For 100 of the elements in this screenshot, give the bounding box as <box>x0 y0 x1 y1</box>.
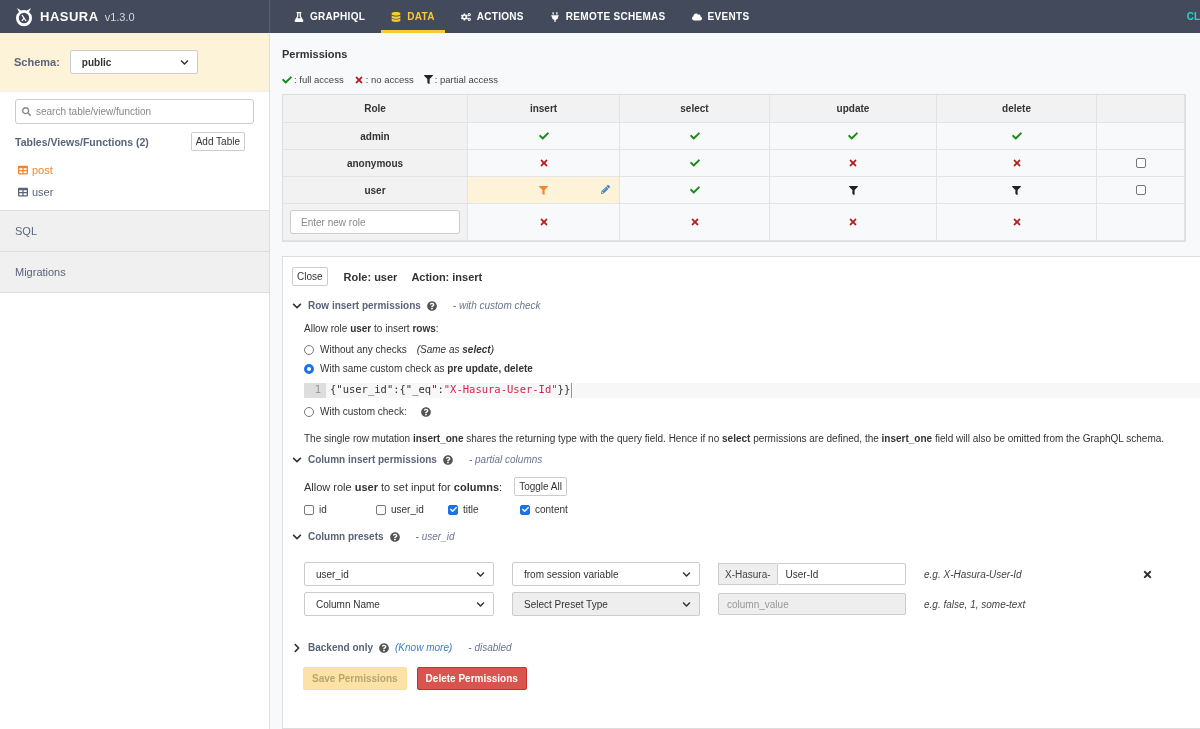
checkbox[interactable] <box>1135 185 1146 195</box>
section-title[interactable]: Column presets <box>308 531 384 542</box>
permission-cell[interactable] <box>620 150 770 177</box>
column-label: title <box>463 504 479 515</box>
permission-cell[interactable] <box>468 177 620 204</box>
radio-button[interactable] <box>304 344 314 355</box>
permission-cell[interactable] <box>937 150 1097 177</box>
section-title[interactable]: Row insert permissions <box>308 300 421 311</box>
nav-tab[interactable]: GRAPHIQL <box>284 0 376 33</box>
legend-label: : partial access <box>434 74 499 85</box>
radio-note: (Same as select) <box>416 344 494 355</box>
table-icon <box>18 187 28 197</box>
filter-icon <box>423 75 433 84</box>
checkbox[interactable] <box>376 504 386 515</box>
column-label: user_id <box>391 504 424 515</box>
code-line[interactable]: {"user_id":{"_eq":"X-Hasura-User-Id"}} <box>326 383 573 398</box>
caret-icon <box>179 57 189 67</box>
new-role-field[interactable]: Enter new role <box>290 210 460 234</box>
permission-cell[interactable] <box>468 150 620 177</box>
nav-tab[interactable]: EVENTS <box>681 0 760 33</box>
permission-cell[interactable] <box>468 204 620 241</box>
delete-button[interactable]: Delete Permissions <box>416 667 527 690</box>
table-item[interactable]: user <box>0 181 269 203</box>
radio-label: With same custom check as pre update, delete <box>320 363 533 374</box>
action-title: Action: insert <box>411 270 483 283</box>
column-header: select <box>620 95 770 123</box>
column-select[interactable]: user_id <box>304 562 494 586</box>
add-table-button[interactable]: Add Table <box>190 132 245 151</box>
nav-tab[interactable]: ACTIONS <box>450 0 534 33</box>
permission-cell[interactable] <box>620 177 770 204</box>
column-header: Role <box>283 95 468 123</box>
sidebar-section[interactable]: Migrations <box>0 251 269 292</box>
preset-type-select[interactable]: from session variable <box>512 562 700 586</box>
permission-cell[interactable] <box>620 204 770 241</box>
pencil-icon[interactable] <box>601 185 610 194</box>
caret-icon <box>682 599 691 609</box>
checkbox[interactable] <box>1135 158 1146 168</box>
help-icon[interactable] <box>442 454 453 465</box>
plug-icon <box>549 11 560 22</box>
help-icon[interactable] <box>420 406 431 417</box>
close-button[interactable]: Close <box>292 267 328 286</box>
checkbox[interactable] <box>520 504 530 515</box>
toggle-all-button[interactable]: Toggle All <box>514 477 567 496</box>
logo-icon <box>14 6 34 27</box>
remove-icon[interactable] <box>1142 568 1153 580</box>
caret-icon <box>476 569 485 579</box>
brand-name: HASURA <box>40 9 99 24</box>
radio-label: Without any checks <box>320 344 407 355</box>
checkbox[interactable] <box>448 504 458 515</box>
table-icon <box>18 165 28 175</box>
column-header: insert <box>468 95 620 123</box>
role-name: admin <box>283 123 468 150</box>
gears-icon <box>460 11 471 22</box>
permission-cell[interactable] <box>770 150 937 177</box>
column-header: delete <box>937 95 1097 123</box>
allow-text: Allow role user to insert rows: <box>304 323 440 334</box>
section-note: - disabled <box>468 642 512 653</box>
version-label: v1.3.0 <box>104 10 135 23</box>
permission-cell[interactable] <box>937 177 1097 204</box>
schema-select[interactable]: public <box>69 50 198 74</box>
chevron-icon[interactable] <box>292 454 302 465</box>
chevron-icon[interactable] <box>292 642 302 653</box>
value-field[interactable]: User-Id <box>776 563 906 585</box>
section-title[interactable]: Backend only <box>308 642 374 653</box>
permission-cell[interactable] <box>468 123 620 150</box>
nav-tab[interactable]: CL <box>1186 11 1200 22</box>
database-icon <box>391 11 402 22</box>
sidebar-section[interactable]: SQL <box>0 210 269 251</box>
chevron-icon[interactable] <box>292 531 302 542</box>
section-title[interactable]: Column insert permissions <box>308 454 437 465</box>
radio-button[interactable] <box>304 363 314 374</box>
caret-icon <box>682 569 691 579</box>
radio-label: With custom check: <box>320 406 407 417</box>
permission-cell[interactable] <box>937 204 1097 241</box>
section-note: - with custom check <box>452 300 541 311</box>
permission-cell[interactable] <box>620 123 770 150</box>
help-icon[interactable] <box>389 531 400 542</box>
example-text: e.g. false, 1, some-text <box>924 598 1027 610</box>
checkbox[interactable] <box>304 504 314 515</box>
permission-cell[interactable] <box>770 123 937 150</box>
nav-tab[interactable]: REMOTE SCHEMAS <box>539 0 676 33</box>
info-text: The single row mutation insert_one shares the returning type with the query field. Hence if no select permissions are defined, the insert_one field will also be omitted from the GraphQL schema. <box>304 433 1166 444</box>
example-text: e.g. X-Hasura-User-Id <box>924 568 1023 580</box>
permission-cell[interactable] <box>770 204 937 241</box>
page-title: Permissions <box>282 48 349 60</box>
allow-text: Allow role user to set input for columns: <box>304 480 503 493</box>
permission-cell[interactable] <box>770 177 937 204</box>
permission-cell[interactable] <box>937 123 1097 150</box>
help-icon[interactable] <box>426 300 437 311</box>
role-name: anonymous <box>283 150 468 177</box>
schema-label: Schema: <box>14 56 60 68</box>
column-label: id <box>319 504 327 515</box>
help-icon[interactable] <box>379 642 390 653</box>
search-field[interactable]: search table/view/function <box>15 99 254 124</box>
column-select[interactable]: Column Name <box>304 592 494 616</box>
radio-button[interactable] <box>304 406 314 417</box>
know-more-link[interactable]: (Know more) <box>395 642 453 653</box>
tables-heading: Tables/Views/Functions (2) <box>15 135 149 148</box>
column-label: content <box>535 504 568 515</box>
chevron-icon[interactable] <box>292 300 302 311</box>
